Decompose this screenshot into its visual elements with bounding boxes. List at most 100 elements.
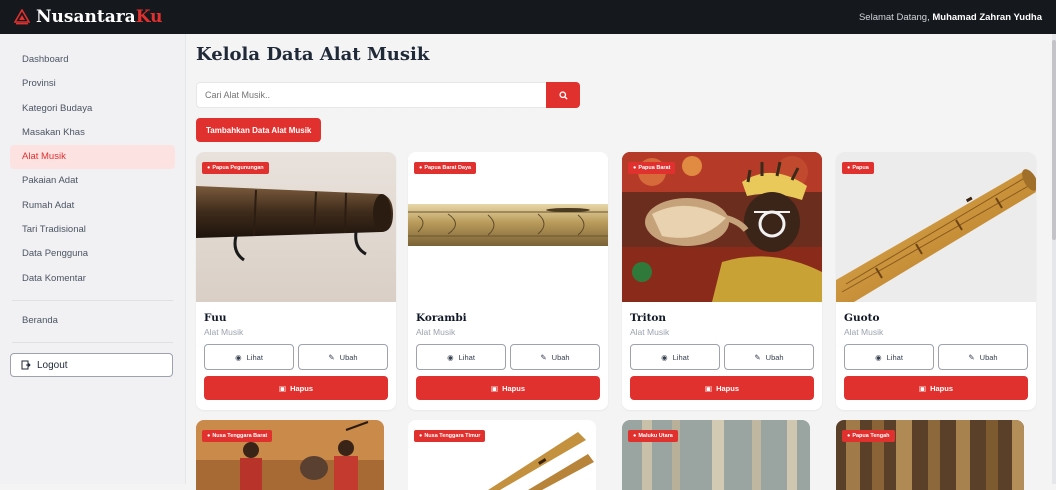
page-scrollbar-thumb[interactable]: [1052, 40, 1056, 240]
instrument-card: ● Papua Barat Triton Alat Musik ◉ Lihat …: [622, 152, 822, 410]
logout-button[interactable]: Logout: [10, 353, 173, 378]
trash-icon: ▣: [918, 383, 927, 393]
instrument-card: ● Papua Pegunungan Fuu Alat Musik ◉ Liha…: [196, 152, 396, 410]
edit-button[interactable]: ✎ Ubah: [510, 344, 600, 370]
sidebar-item-masakan-khas[interactable]: Masakan Khas: [10, 121, 175, 145]
sidebar: Dashboard Provinsi Kategori Budaya Masak…: [0, 34, 186, 484]
region-badge: ● Nusa Tenggara Timur: [414, 430, 486, 442]
edit-button-label: Ubah: [339, 352, 358, 362]
sidebar-item-tari-tradisional[interactable]: Tari Tradisional: [10, 218, 175, 242]
page-title: Kelola Data Alat Musik: [196, 44, 430, 65]
instrument-category: Alat Musik: [416, 327, 456, 337]
brand-mark-icon: [14, 9, 30, 25]
location-pin-icon: ●: [419, 433, 423, 439]
sidebar-item-dashboard[interactable]: Dashboard: [10, 48, 175, 72]
instrument-card-partial: ● Nusa Tenggara Timur: [408, 420, 596, 490]
instrument-name: Korambi: [416, 312, 467, 324]
region-badge: ● Nusa Tenggara Barat: [202, 430, 273, 442]
location-pin-icon: ●: [207, 165, 211, 171]
brand-name-accent: Ku: [135, 7, 163, 27]
view-button[interactable]: ◉ Lihat: [630, 344, 720, 370]
location-pin-icon: ●: [847, 433, 851, 439]
instrument-name: Guoto: [844, 312, 880, 324]
region-badge: ● Papua Barat: [628, 162, 676, 174]
search-input[interactable]: [196, 82, 546, 108]
edit-button-label: Ubah: [979, 352, 998, 362]
sidebar-item-provinsi[interactable]: Provinsi: [10, 72, 175, 96]
delete-button-label: Hapus: [716, 383, 739, 393]
instrument-name: Fuu: [204, 312, 227, 324]
view-button[interactable]: ◉ Lihat: [204, 344, 294, 370]
user-name: Muhamad Zahran Yudha: [932, 11, 1042, 23]
view-button[interactable]: ◉ Lihat: [844, 344, 934, 370]
pencil-icon: ✎: [754, 352, 761, 362]
instrument-card-partial: ● Papua Tengah: [836, 420, 1024, 490]
pencil-icon: ✎: [328, 352, 335, 362]
delete-button[interactable]: ▣ Hapus: [204, 376, 388, 400]
location-pin-icon: ●: [207, 433, 211, 439]
region-badge-label: Nusa Tenggara Timur: [424, 433, 481, 439]
view-button[interactable]: ◉ Lihat: [416, 344, 506, 370]
instrument-category: Alat Musik: [844, 327, 884, 337]
delete-button[interactable]: ▣ Hapus: [630, 376, 814, 400]
eye-icon: ◉: [447, 352, 454, 362]
sidebar-item-alat-musik[interactable]: Alat Musik: [10, 145, 175, 170]
trash-icon: ▣: [278, 383, 287, 393]
edit-button[interactable]: ✎ Ubah: [298, 344, 388, 370]
instrument-image-korambi: [408, 152, 608, 302]
delete-button[interactable]: ▣ Hapus: [416, 376, 600, 400]
instrument-card-partial: ● Maluku Utara: [622, 420, 810, 490]
trash-icon: ▣: [490, 383, 499, 393]
location-pin-icon: ●: [419, 165, 423, 171]
edit-button-label: Ubah: [765, 352, 784, 362]
sidebar-item-data-pengguna[interactable]: Data Pengguna: [10, 242, 175, 266]
region-badge: ● Maluku Utara: [628, 430, 678, 442]
instrument-image-triton: [622, 152, 822, 302]
region-badge-label: Papua Pegunungan: [212, 165, 264, 171]
region-badge: ● Papua Pegunungan: [202, 162, 269, 174]
instrument-category: Alat Musik: [204, 327, 244, 337]
instrument-name: Triton: [630, 312, 667, 324]
delete-button[interactable]: ▣ Hapus: [844, 376, 1028, 400]
search-bar: [196, 82, 580, 108]
edit-button[interactable]: ✎ Ubah: [724, 344, 814, 370]
region-badge-label: Papua: [852, 165, 869, 171]
sidebar-item-beranda[interactable]: Beranda: [10, 309, 175, 333]
view-button-label: Lihat: [458, 352, 475, 362]
sidebar-divider: [12, 342, 173, 344]
view-button-label: Lihat: [886, 352, 903, 362]
eye-icon: ◉: [661, 352, 668, 362]
delete-button-label: Hapus: [290, 383, 313, 393]
logout-icon: [21, 360, 31, 370]
sidebar-item-data-komentar[interactable]: Data Komentar: [10, 267, 175, 291]
location-pin-icon: ●: [847, 165, 851, 171]
instrument-image-guoto: [836, 152, 1036, 302]
sidebar-item-rumah-adat[interactable]: Rumah Adat: [10, 194, 175, 218]
brand-logo[interactable]: Nusantara Ku: [14, 7, 162, 27]
sidebar-item-pakaian-adat[interactable]: Pakaian Adat: [10, 169, 175, 193]
eye-icon: ◉: [875, 352, 882, 362]
greeting-text: Selamat Datang,: [858, 11, 930, 23]
search-button[interactable]: [546, 82, 580, 108]
view-button-label: Lihat: [246, 352, 263, 362]
pencil-icon: ✎: [540, 352, 547, 362]
instrument-category: Alat Musik: [630, 327, 670, 337]
sidebar-item-kategori-budaya[interactable]: Kategori Budaya: [10, 97, 175, 121]
region-badge: ● Papua Barat Daya: [414, 162, 477, 174]
region-badge: ● Papua Tengah: [842, 430, 895, 442]
edit-button[interactable]: ✎ Ubah: [938, 344, 1028, 370]
view-button-label: Lihat: [672, 352, 689, 362]
region-badge-label: Papua Barat: [638, 165, 671, 171]
region-badge-label: Maluku Utara: [638, 433, 673, 439]
instrument-image-fuu: [196, 152, 396, 302]
instrument-card-partial: ● Nusa Tenggara Barat: [196, 420, 384, 490]
region-badge-label: Papua Tengah: [852, 433, 890, 439]
add-alat-musik-button[interactable]: Tambahkan Data Alat Musik: [196, 118, 322, 142]
region-badge-label: Nusa Tenggara Barat: [212, 433, 268, 439]
sidebar-divider: [12, 299, 173, 301]
main-content: Kelola Data Alat Musik Tambahkan Data Al…: [196, 34, 1052, 490]
trash-icon: ▣: [704, 383, 713, 393]
search-icon: [558, 90, 568, 100]
logout-label: Logout: [37, 359, 68, 371]
brand-name: Nusantara: [36, 7, 136, 27]
